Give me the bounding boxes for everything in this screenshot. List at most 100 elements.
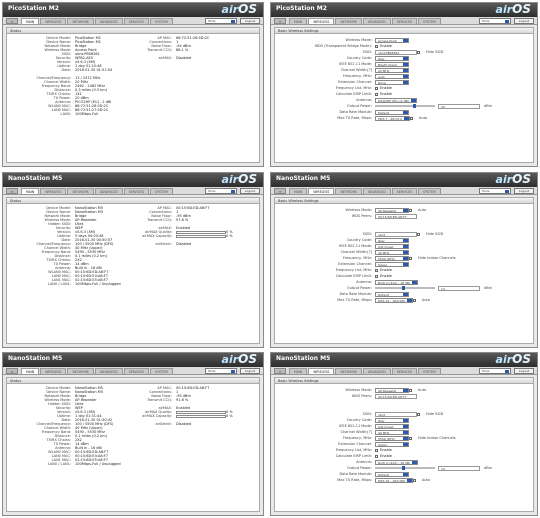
dropdown[interactable]: Upper (375, 261, 409, 267)
tab-advanced[interactable]: ADVANCED (94, 368, 123, 374)
checkbox[interactable] (409, 436, 412, 440)
checkbox[interactable] (375, 268, 378, 272)
tab-network[interactable]: NETWORK (335, 188, 362, 194)
output-power-slider[interactable] (375, 286, 435, 290)
dropdown[interactable]: 5500 (DFS) (375, 255, 409, 261)
checkbox[interactable] (409, 388, 412, 392)
dropdown[interactable]: Access Point (375, 37, 409, 43)
checkbox[interactable] (375, 448, 378, 452)
checkbox[interactable] (409, 116, 413, 120)
dropdown[interactable]: B/G/N mixed (375, 61, 409, 67)
tools-select[interactable]: Tools (205, 188, 237, 194)
text-field[interactable]: ubnt-PBS6561 (375, 49, 417, 55)
dropdown[interactable]: 40 MHz (375, 429, 409, 435)
dropdown[interactable]: Default (375, 291, 409, 297)
tab-services[interactable]: SERVICES (123, 18, 150, 24)
tab-network[interactable]: NETWORK (67, 18, 94, 24)
tab-system[interactable]: SYSTEM (418, 188, 441, 194)
text-field[interactable]: ubnt (375, 231, 417, 237)
ubnt-icon[interactable]: ≡ (6, 188, 18, 194)
checkbox[interactable] (375, 274, 378, 278)
tab-wireless[interactable]: WIRELESS (40, 188, 67, 194)
tab-main[interactable]: MAIN (21, 188, 40, 194)
ubnt-icon[interactable]: ≡ (6, 18, 18, 24)
logout-button[interactable]: Logout (240, 368, 260, 374)
tab-wireless[interactable]: WIRELESS (40, 368, 67, 374)
tab-wireless[interactable]: WIRELESS (308, 18, 335, 24)
tab-services[interactable]: SERVICES (391, 18, 418, 24)
tab-services[interactable]: SERVICES (391, 368, 418, 374)
dropdown[interactable]: AP-Repeater (375, 207, 409, 213)
tab-network[interactable]: NETWORK (67, 188, 94, 194)
dropdown[interactable]: Default (375, 471, 409, 477)
dropdown[interactable]: PICO2HP (EU) (2 dBi) (375, 97, 418, 103)
tools-select[interactable]: Tools (479, 368, 511, 374)
tab-network[interactable]: NETWORK (335, 18, 362, 24)
checkbox[interactable] (417, 412, 420, 416)
dropdown[interactable]: Italy (375, 417, 409, 423)
tools-select[interactable]: Tools (479, 18, 511, 24)
tab-advanced[interactable]: ADVANCED (362, 188, 391, 194)
checkbox[interactable] (417, 50, 420, 54)
dropdown[interactable]: 20 MHz (375, 67, 409, 73)
dropdown[interactable]: MCS 7 - 65/72.2 (375, 115, 410, 121)
checkbox[interactable] (412, 298, 416, 302)
dropdown[interactable]: A/N mixed (375, 423, 409, 429)
dropdown[interactable]: Built in (2x2) - 16 dBi (375, 459, 418, 465)
checkbox[interactable] (409, 208, 412, 212)
ubnt-icon[interactable]: ≡ (274, 188, 286, 194)
tab-main[interactable]: MAIN (289, 18, 308, 24)
tab-system[interactable]: SYSTEM (150, 368, 173, 374)
tab-system[interactable]: SYSTEM (150, 18, 173, 24)
slider-handle[interactable] (413, 104, 416, 108)
ubnt-icon[interactable]: ≡ (274, 18, 286, 24)
tab-services[interactable]: SERVICES (123, 188, 150, 194)
logout-button[interactable]: Logout (514, 188, 534, 194)
tab-wireless[interactable]: WIRELESS (308, 368, 335, 374)
tools-select[interactable]: Tools (205, 18, 237, 24)
power-value[interactable]: 20 (438, 103, 480, 109)
dropdown[interactable]: A/N mixed (375, 243, 409, 249)
tools-select[interactable]: Tools (205, 368, 237, 374)
tab-system[interactable]: SYSTEM (418, 18, 441, 24)
slider-handle[interactable] (401, 286, 405, 290)
slider-handle[interactable] (401, 466, 405, 470)
tab-network[interactable]: NETWORK (67, 368, 94, 374)
ubnt-icon[interactable]: ≡ (274, 368, 286, 374)
dropdown[interactable]: Built in (2x2) - 16 dBi (375, 279, 418, 285)
tab-network[interactable]: NETWORK (335, 368, 362, 374)
text-field[interactable]: ubnt (375, 411, 417, 417)
output-power-slider[interactable] (375, 104, 435, 108)
tab-main[interactable]: MAIN (289, 188, 308, 194)
logout-button[interactable]: Logout (514, 368, 534, 374)
dropdown[interactable]: Italy (375, 55, 409, 61)
tab-main[interactable]: MAIN (289, 368, 308, 374)
logout-button[interactable]: Logout (240, 18, 260, 24)
tab-main[interactable]: MAIN (21, 18, 40, 24)
dropdown[interactable]: 5500 (DFS) (375, 435, 409, 441)
checkbox[interactable] (409, 256, 412, 260)
tools-select[interactable]: Tools (479, 188, 511, 194)
logout-button[interactable]: Logout (240, 188, 260, 194)
dropdown[interactable]: None (375, 79, 409, 85)
tab-wireless[interactable]: WIRELESS (308, 188, 335, 194)
logout-button[interactable]: Logout (514, 18, 534, 24)
tab-main[interactable]: MAIN (21, 368, 40, 374)
checkbox[interactable] (375, 92, 378, 96)
output-power-slider[interactable] (375, 466, 435, 470)
text-field[interactable]: 00:15:6D:ED:A8:F7 (375, 393, 417, 399)
text-field[interactable]: 00:15:6D:ED:A8:F7 (375, 213, 417, 219)
dropdown[interactable]: MCS 15 - 162/180 (375, 477, 413, 483)
checkbox[interactable] (417, 232, 420, 236)
ubnt-icon[interactable]: ≡ (6, 368, 18, 374)
dropdown[interactable]: AP-Repeater (375, 387, 409, 393)
dropdown[interactable]: MCS 15 - 162/180 (375, 297, 413, 303)
checkbox[interactable] (375, 86, 378, 90)
tab-services[interactable]: SERVICES (391, 188, 418, 194)
checkbox[interactable] (375, 454, 378, 458)
tab-system[interactable]: SYSTEM (150, 188, 173, 194)
checkbox[interactable] (412, 478, 416, 482)
checkbox[interactable] (375, 44, 378, 48)
tab-advanced[interactable]: ADVANCED (362, 368, 391, 374)
dropdown[interactable]: Upper (375, 441, 409, 447)
